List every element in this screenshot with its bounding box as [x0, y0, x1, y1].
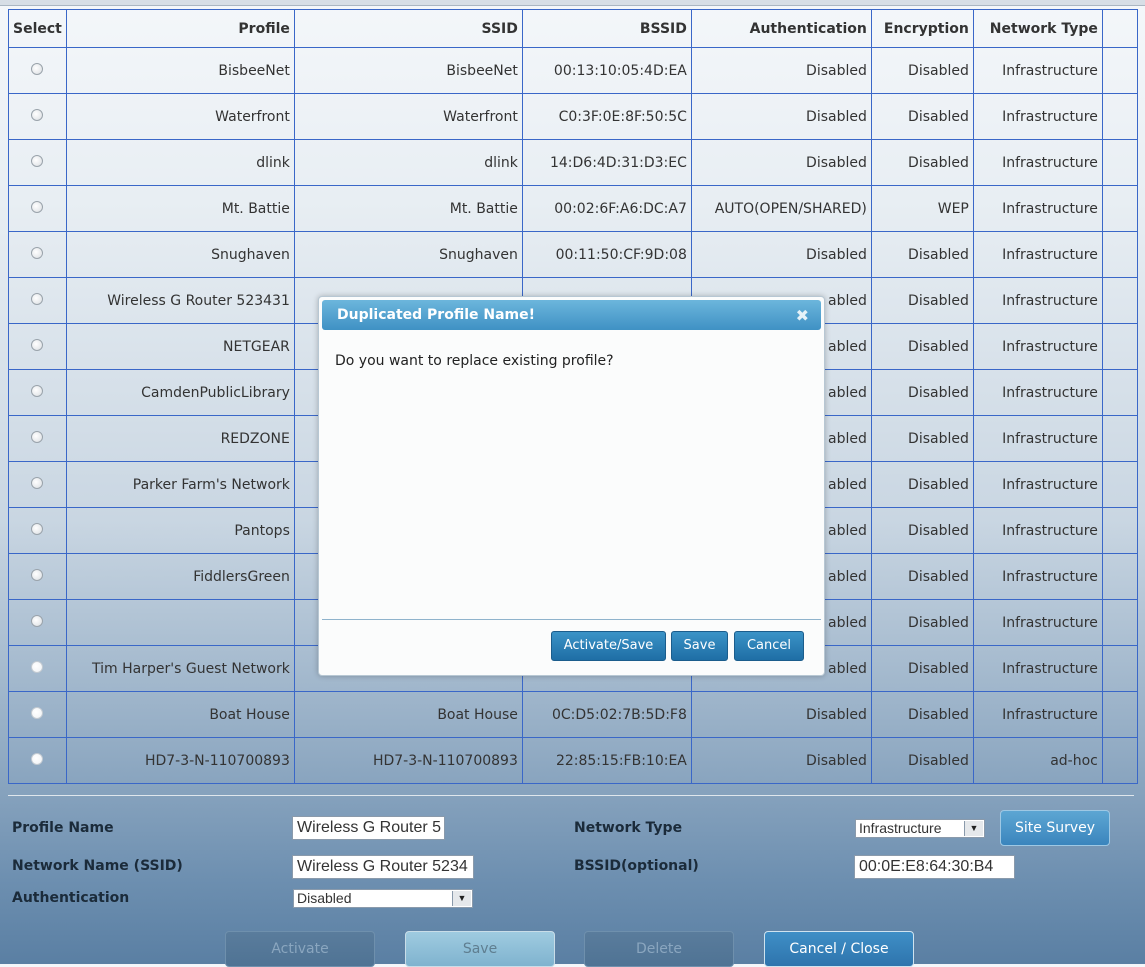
- dialog-cancel-button[interactable]: Cancel: [734, 631, 804, 661]
- dialog-save-button[interactable]: Save: [671, 631, 728, 661]
- dialog-message: Do you want to replace existing profile?: [335, 353, 614, 369]
- modal-overlay: Duplicated Profile Name! ✖ Do you want t…: [0, 0, 1145, 964]
- dialog-activate-save-button[interactable]: Activate/Save: [551, 631, 666, 661]
- dialog-title-bar: Duplicated Profile Name! ✖: [322, 300, 821, 330]
- dialog-title: Duplicated Profile Name!: [337, 307, 535, 323]
- close-icon[interactable]: ✖: [796, 306, 809, 325]
- dialog-divider: [322, 619, 821, 620]
- duplicate-profile-dialog: Duplicated Profile Name! ✖ Do you want t…: [318, 296, 825, 676]
